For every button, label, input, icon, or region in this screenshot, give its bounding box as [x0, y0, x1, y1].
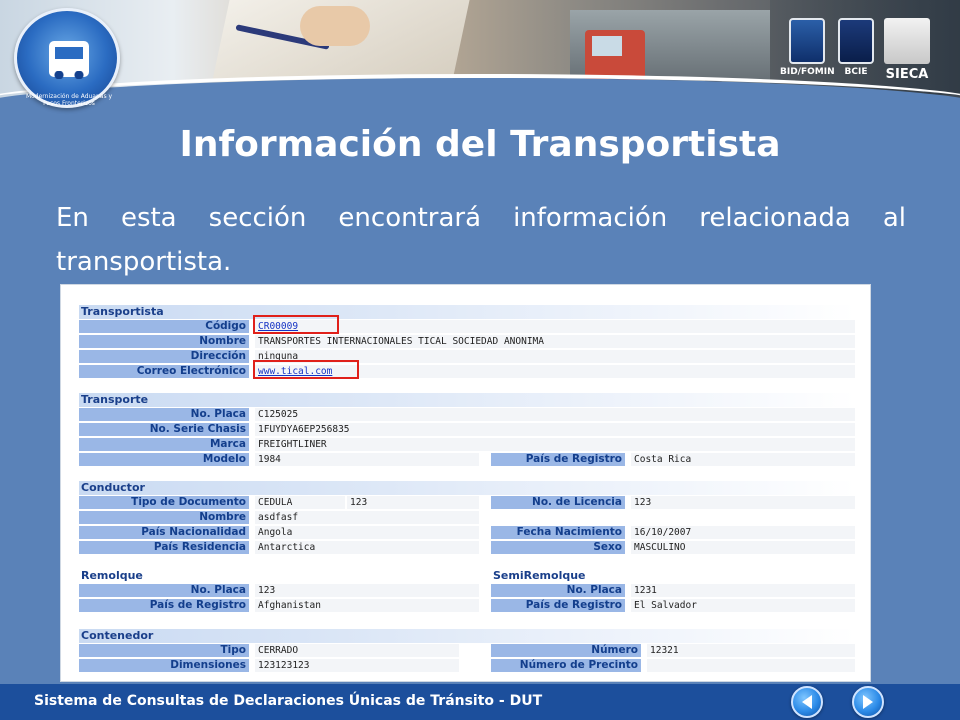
form-row: Tipo de Documento CEDULA 123 No. de Lice…: [79, 495, 855, 510]
field-value: [647, 659, 855, 672]
form-row: Marca FREIGHTLINER: [79, 437, 855, 452]
section-heading: Transporte: [79, 393, 855, 407]
field-label: No. Placa: [491, 584, 625, 597]
field-value: 1231: [631, 584, 855, 597]
field-label: Dirección: [79, 350, 249, 363]
field-label: Correo Electrónico: [79, 365, 249, 378]
field-label: No. Serie Chasis: [79, 423, 249, 436]
form-row: País de Registro Afghanistan País de Reg…: [79, 598, 855, 613]
section-remolque: Remolque SemiRemolque No. Placa 123 No. …: [79, 569, 855, 613]
form-row: No. Serie Chasis 1FUYDYA6EP256835: [79, 422, 855, 437]
banner-hand-image: [300, 6, 370, 46]
program-logo: Modernización de Aduanas y Pasos Fronter…: [14, 8, 120, 108]
bid-fomin-logo: BID/FOMIN: [780, 18, 835, 77]
form-row: Correo Electrónico www.tical.com: [79, 364, 855, 379]
field-value: Afghanistan: [255, 599, 479, 612]
section-heading: Remolque: [81, 569, 143, 582]
field-value: 16/10/2007: [631, 526, 855, 539]
field-value: CERRADO: [255, 644, 459, 657]
field-label: No. Placa: [79, 408, 249, 421]
field-label: No. Placa: [79, 584, 249, 597]
highlight-box-code: [253, 315, 339, 334]
slide-intro-text: En esta sección encontrará información r…: [56, 203, 906, 277]
section-heading: Transportista: [79, 305, 855, 319]
section-contenedor: Contenedor Tipo CERRADO Número 12321 Dim…: [79, 629, 855, 673]
field-label: Nombre: [79, 335, 249, 348]
field-value: C125025: [255, 408, 855, 421]
field-label: País Residencia: [79, 541, 249, 554]
field-label: Fecha Nacimiento: [491, 526, 625, 539]
section-heading: Conductor: [79, 481, 855, 495]
field-label: Número de Precinto: [491, 659, 641, 672]
field-value: asdfasf: [255, 511, 479, 524]
document-number-value: 123: [347, 496, 479, 509]
field-label: Modelo: [79, 453, 249, 466]
field-value: 1984: [255, 453, 479, 466]
field-label: Código: [79, 320, 249, 333]
field-label: Nombre: [79, 511, 249, 524]
field-value: 12321: [647, 644, 855, 657]
form-row: País Nacionalidad Angola Fecha Nacimient…: [79, 525, 855, 540]
section-transportista: Transportista Código CR00009 Nombre TRAN…: [79, 305, 855, 379]
sieca-icon: [884, 18, 930, 64]
previous-slide-button[interactable]: [791, 686, 823, 718]
program-logo-text: Modernización de Aduanas y Pasos Fronter…: [25, 93, 113, 107]
section-transporte: Transporte No. Placa C125025 No. Serie C…: [79, 393, 855, 467]
truck-icon: [49, 41, 89, 79]
section-heading: SemiRemolque: [493, 569, 586, 582]
field-value: 123: [255, 584, 479, 597]
carrier-form-screenshot: Transportista Código CR00009 Nombre TRAN…: [60, 284, 871, 682]
field-value: FREIGHTLINER: [255, 438, 855, 451]
section-conductor: Conductor Tipo de Documento CEDULA 123 N…: [79, 481, 855, 555]
field-value: MASCULINO: [631, 541, 855, 554]
bid-fomin-icon: [789, 18, 826, 64]
field-label: Tipo: [79, 644, 249, 657]
bid-fomin-label: BID/FOMIN: [780, 67, 835, 77]
form-row: Dirección ninguna: [79, 349, 855, 364]
field-value: TRANSPORTES INTERNACIONALES TICAL SOCIED…: [255, 335, 855, 348]
banner-truck-window: [592, 36, 622, 56]
form-row: Remolque SemiRemolque: [79, 569, 855, 583]
form-row: Modelo 1984 País de Registro Costa Rica: [79, 452, 855, 467]
field-value: Angola: [255, 526, 479, 539]
field-label: Marca: [79, 438, 249, 451]
slide-title: Información del Transportista: [179, 124, 781, 165]
form-row: Nombre asdfasf: [79, 510, 855, 525]
field-value: 123123123: [255, 659, 459, 672]
field-label: Tipo de Documento: [79, 496, 249, 509]
form-row: Tipo CERRADO Número 12321: [79, 643, 855, 658]
field-label: País Nacionalidad: [79, 526, 249, 539]
form-row: No. Placa 123 No. Placa 1231: [79, 583, 855, 598]
form-row: País Residencia Antarctica Sexo MASCULIN…: [79, 540, 855, 555]
chevron-left-icon: [802, 695, 812, 709]
section-heading: Contenedor: [79, 629, 855, 643]
footer-title: Sistema de Consultas de Declaraciones Ún…: [34, 693, 543, 709]
field-label: No. de Licencia: [491, 496, 625, 509]
field-value: Costa Rica: [631, 453, 855, 466]
form-row: Código CR00009: [79, 319, 855, 334]
bcie-label: BCIE: [844, 67, 868, 77]
field-label: País de Registro: [491, 599, 625, 612]
form-row: No. Placa C125025: [79, 407, 855, 422]
field-label: País de Registro: [79, 599, 249, 612]
field-label: País de Registro: [491, 453, 625, 466]
field-label: Dimensiones: [79, 659, 249, 672]
field-label: Sexo: [491, 541, 625, 554]
chevron-right-icon: [863, 695, 873, 709]
form-row: Dimensiones 123123123 Número de Precinto: [79, 658, 855, 673]
document-type-value: CEDULA: [255, 496, 345, 509]
carrier-code-link[interactable]: CR00009: [255, 320, 855, 333]
next-slide-button[interactable]: [852, 686, 884, 718]
sieca-logo: SIECA: [884, 18, 930, 82]
sieca-label: SIECA: [885, 67, 929, 82]
field-value: 1FUYDYA6EP256835: [255, 423, 855, 436]
field-label: Número: [491, 644, 641, 657]
form-row: Nombre TRANSPORTES INTERNACIONALES TICAL…: [79, 334, 855, 349]
bcie-logo: BCIE: [838, 18, 874, 77]
highlight-box-email: [253, 360, 359, 379]
bcie-icon: [838, 18, 874, 64]
field-value: El Salvador: [631, 599, 855, 612]
field-value: Antarctica: [255, 541, 479, 554]
field-value: 123: [631, 496, 855, 509]
